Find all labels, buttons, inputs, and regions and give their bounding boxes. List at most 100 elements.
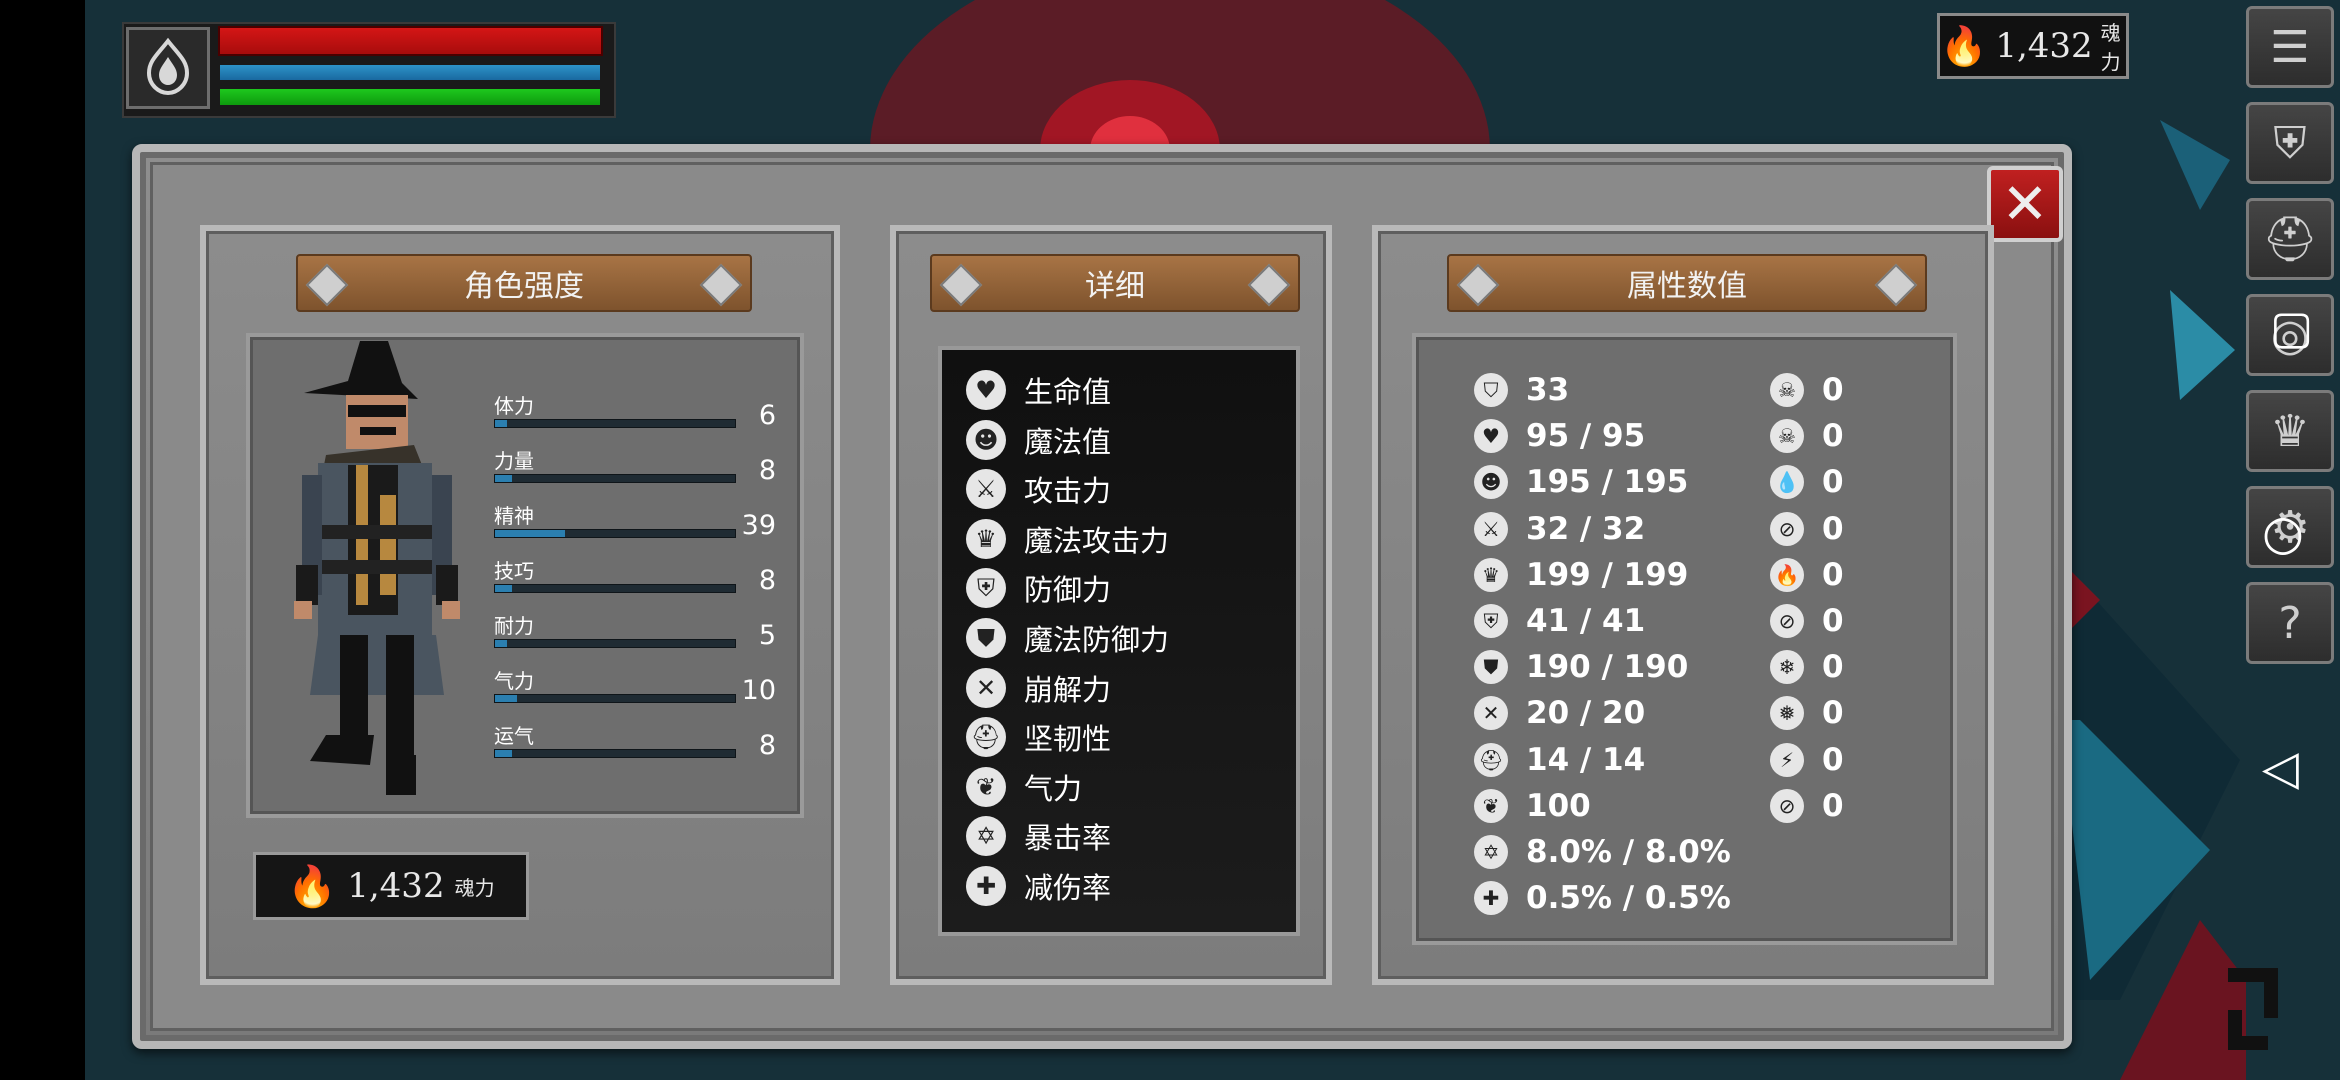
lightning-icon: ⚡ [1770,742,1804,777]
bleed-resist-icon: ⊘ [1770,511,1804,546]
nav-home-icon[interactable]: ○ [2262,505,2304,561]
helmet-icon: ⛑ [966,717,1006,758]
heart-icon: ♥ [966,370,1006,410]
armor-icon: ⛉ [1474,373,1508,407]
stat-bar-fill [495,420,507,427]
sword-icon: ⚔ [966,469,1006,510]
attribute-row: ✚ 0.5% / 0.5% [1474,880,1731,916]
detail-label: 气力 [1024,771,1083,806]
resistance-row: 🔥 0 [1770,557,1844,593]
stat-bar-fill [495,585,512,592]
skull-resist-icon: ☠ [1770,419,1804,454]
stat-row: 气力 10 [494,661,794,711]
nav-back-icon[interactable]: ◁ [2262,740,2299,796]
detail-label: 魔法值 [1024,424,1112,459]
break-icon: ✕ [1474,696,1508,731]
resistance-value: 0 [1822,464,1844,501]
crown-button[interactable]: ♛ [2246,390,2334,472]
stat-value: 5 [758,620,776,651]
character-button[interactable]: ⛨ [2246,102,2334,184]
corner-bracket-icon [2228,1010,2268,1050]
attribute-row: ⛨ 41 / 41 [1474,603,1645,639]
stat-value: 39 [741,510,776,541]
stat-row: 体力 6 [494,386,794,436]
game-scene: 🔥 1,432 魂力 ☰ ⛨ ⛑ ◎ ♛ ⚙? ▢ ○ ◁ ✕ 角色强度 体力 … [0,0,2340,1080]
detail-label: 减伤率 [1024,871,1112,905]
frost-resist-icon: ❅ [1770,696,1804,731]
break-icon: ✕ [966,667,1006,708]
attribute-row: ♛ 199 / 199 [1474,557,1688,593]
detail-label: 魔法攻击力 [1024,523,1170,558]
stat-value: 8 [758,565,776,596]
damage-reduction-icon: ✚ [1474,881,1508,916]
resistance-value: 0 [1822,695,1844,732]
soul-currency-value: 1,432 [347,866,445,906]
stat-label: 精神 [494,504,534,528]
stat-row: 运气 8 [494,716,794,766]
detail-label: 坚韧性 [1024,722,1112,757]
stat-label: 技巧 [494,559,534,583]
stat-bar-track [494,419,736,428]
banner-gem-icon [1247,263,1291,307]
detail-label: 生命值 [1024,375,1112,409]
attribute-value: 33 [1526,372,1570,408]
soul-currency-panel-display: 🔥 1,432 魂力 [253,852,529,920]
stat-value: 8 [758,730,776,761]
attribute-row: ☻ 195 / 195 [1474,464,1688,500]
stat-row: 耐力 5 [494,606,794,656]
attributes-banner: 属性数值 [1447,254,1927,312]
detail-row: ✕ 崩解力 [966,667,1111,709]
attribute-value: 195 / 195 [1526,464,1689,501]
stat-label: 耐力 [494,614,534,638]
equipment-icon: ⛑ [2262,214,2318,265]
banner-gem-icon [699,263,743,307]
stat-bar-track [494,749,736,758]
resistance-row: ❄ 0 [1770,649,1844,685]
detail-row: ♛ 魔法攻击力 [966,518,1169,560]
detail-row: ⚔ 攻击力 [966,468,1111,510]
player-emblem-icon[interactable] [126,27,210,109]
resistance-value: 0 [1822,649,1844,686]
detail-label: 崩解力 [1024,672,1112,707]
attribute-row: ❦ 100 [1474,788,1591,824]
attributes-title: 属性数值 [1627,269,1747,304]
detail-row: ⛊ 魔法防御力 [966,617,1169,659]
stat-row: 技巧 8 [494,551,794,601]
attribute-row: ⛑ 14 / 14 [1474,742,1645,778]
resistance-value: 0 [1822,510,1844,547]
critical-star-icon: ✡ [1474,835,1508,869]
lungs-icon: ❦ [966,766,1006,807]
attribute-value: 199 / 199 [1526,556,1689,593]
attribute-value: 41 / 41 [1526,603,1646,639]
resistance-row: 💧 0 [1770,464,1844,500]
resistance-value: 0 [1822,787,1844,824]
close-button[interactable]: ✕ [1987,166,2063,242]
help-button[interactable]: ? [2246,582,2334,664]
banner-gem-icon [939,263,983,307]
resistance-row: ⊘ 0 [1770,511,1844,547]
stat-value: 8 [758,455,776,486]
menu-list-button[interactable]: ☰ [2246,6,2334,88]
detail-label: 魔法防御力 [1024,623,1170,657]
resistance-row: ⊘ 0 [1770,788,1844,824]
flame-icon: 🔥 [287,863,338,910]
health-bar [218,26,603,56]
detail-row: ❦ 气力 [966,766,1082,808]
heart-icon: ♥ [1474,419,1508,454]
blood-drop-icon: 💧 [1770,465,1804,500]
banner-gem-icon [305,263,349,307]
resistance-row: ⚡ 0 [1770,742,1844,778]
head-icon: ☻ [1474,465,1508,500]
attribute-value: 100 [1526,787,1591,824]
detail-label: 暴击率 [1024,821,1112,856]
nav-recents-icon[interactable]: ▢ [2270,300,2313,354]
banner-gem-icon [1456,263,1500,307]
screen-edge [0,0,85,1080]
resistance-row: ☠ 0 [1770,372,1844,408]
magic-crown-icon: ♛ [966,518,1006,559]
soul-currency-label: 魂力 [2100,21,2121,74]
stat-bar-fill [495,695,517,702]
shield-icon: ⛨ [1474,604,1508,638]
equipment-button[interactable]: ⛑ [2246,198,2334,280]
attribute-value: 8.0% / 8.0% [1526,834,1731,870]
